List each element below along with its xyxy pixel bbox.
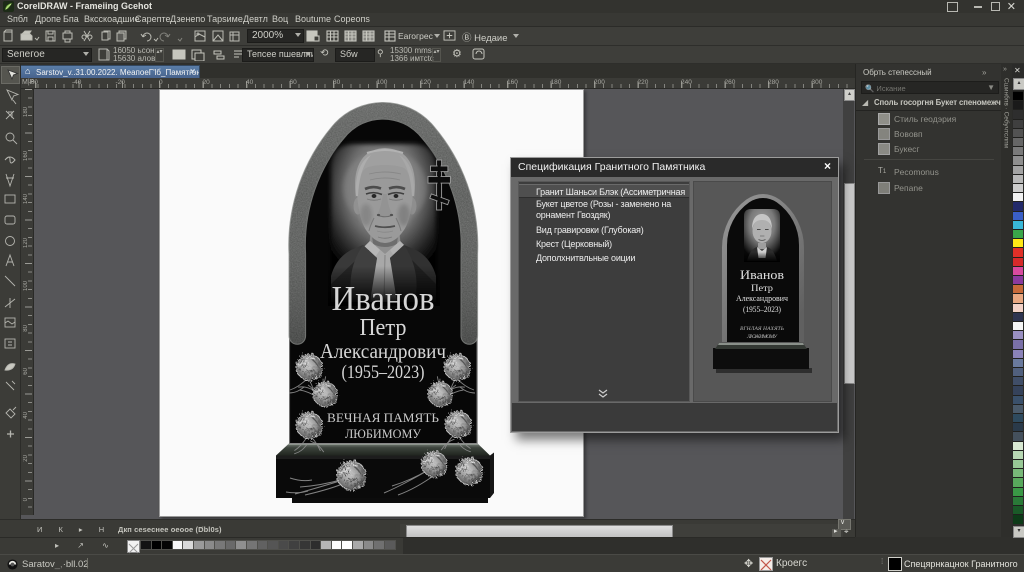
svg-text:ЛЮЖИМОМУ: ЛЮЖИМОМУ	[746, 334, 778, 340]
svg-text:(1955–2023): (1955–2023)	[342, 362, 425, 383]
svg-text:ЛЮБИМОМУ: ЛЮБИМОМУ	[345, 427, 421, 441]
svg-text:Петр: Петр	[751, 283, 774, 293]
svg-text:Александрович: Александрович	[320, 339, 446, 363]
svg-text:Иванов: Иванов	[332, 279, 435, 318]
svg-text:ВЕЧНАЯ ПАМЯТЬ: ВЕЧНАЯ ПАМЯТЬ	[327, 411, 439, 425]
svg-text:Александрович: Александрович	[736, 293, 789, 303]
svg-text:Петр: Петр	[360, 315, 407, 341]
svg-text:ВГНЛАЯ НАХЯТЬ: ВГНЛАЯ НАХЯТЬ	[740, 326, 784, 332]
svg-text:(1955–2023): (1955–2023)	[743, 305, 781, 314]
svg-text:Иванов: Иванов	[740, 267, 784, 282]
